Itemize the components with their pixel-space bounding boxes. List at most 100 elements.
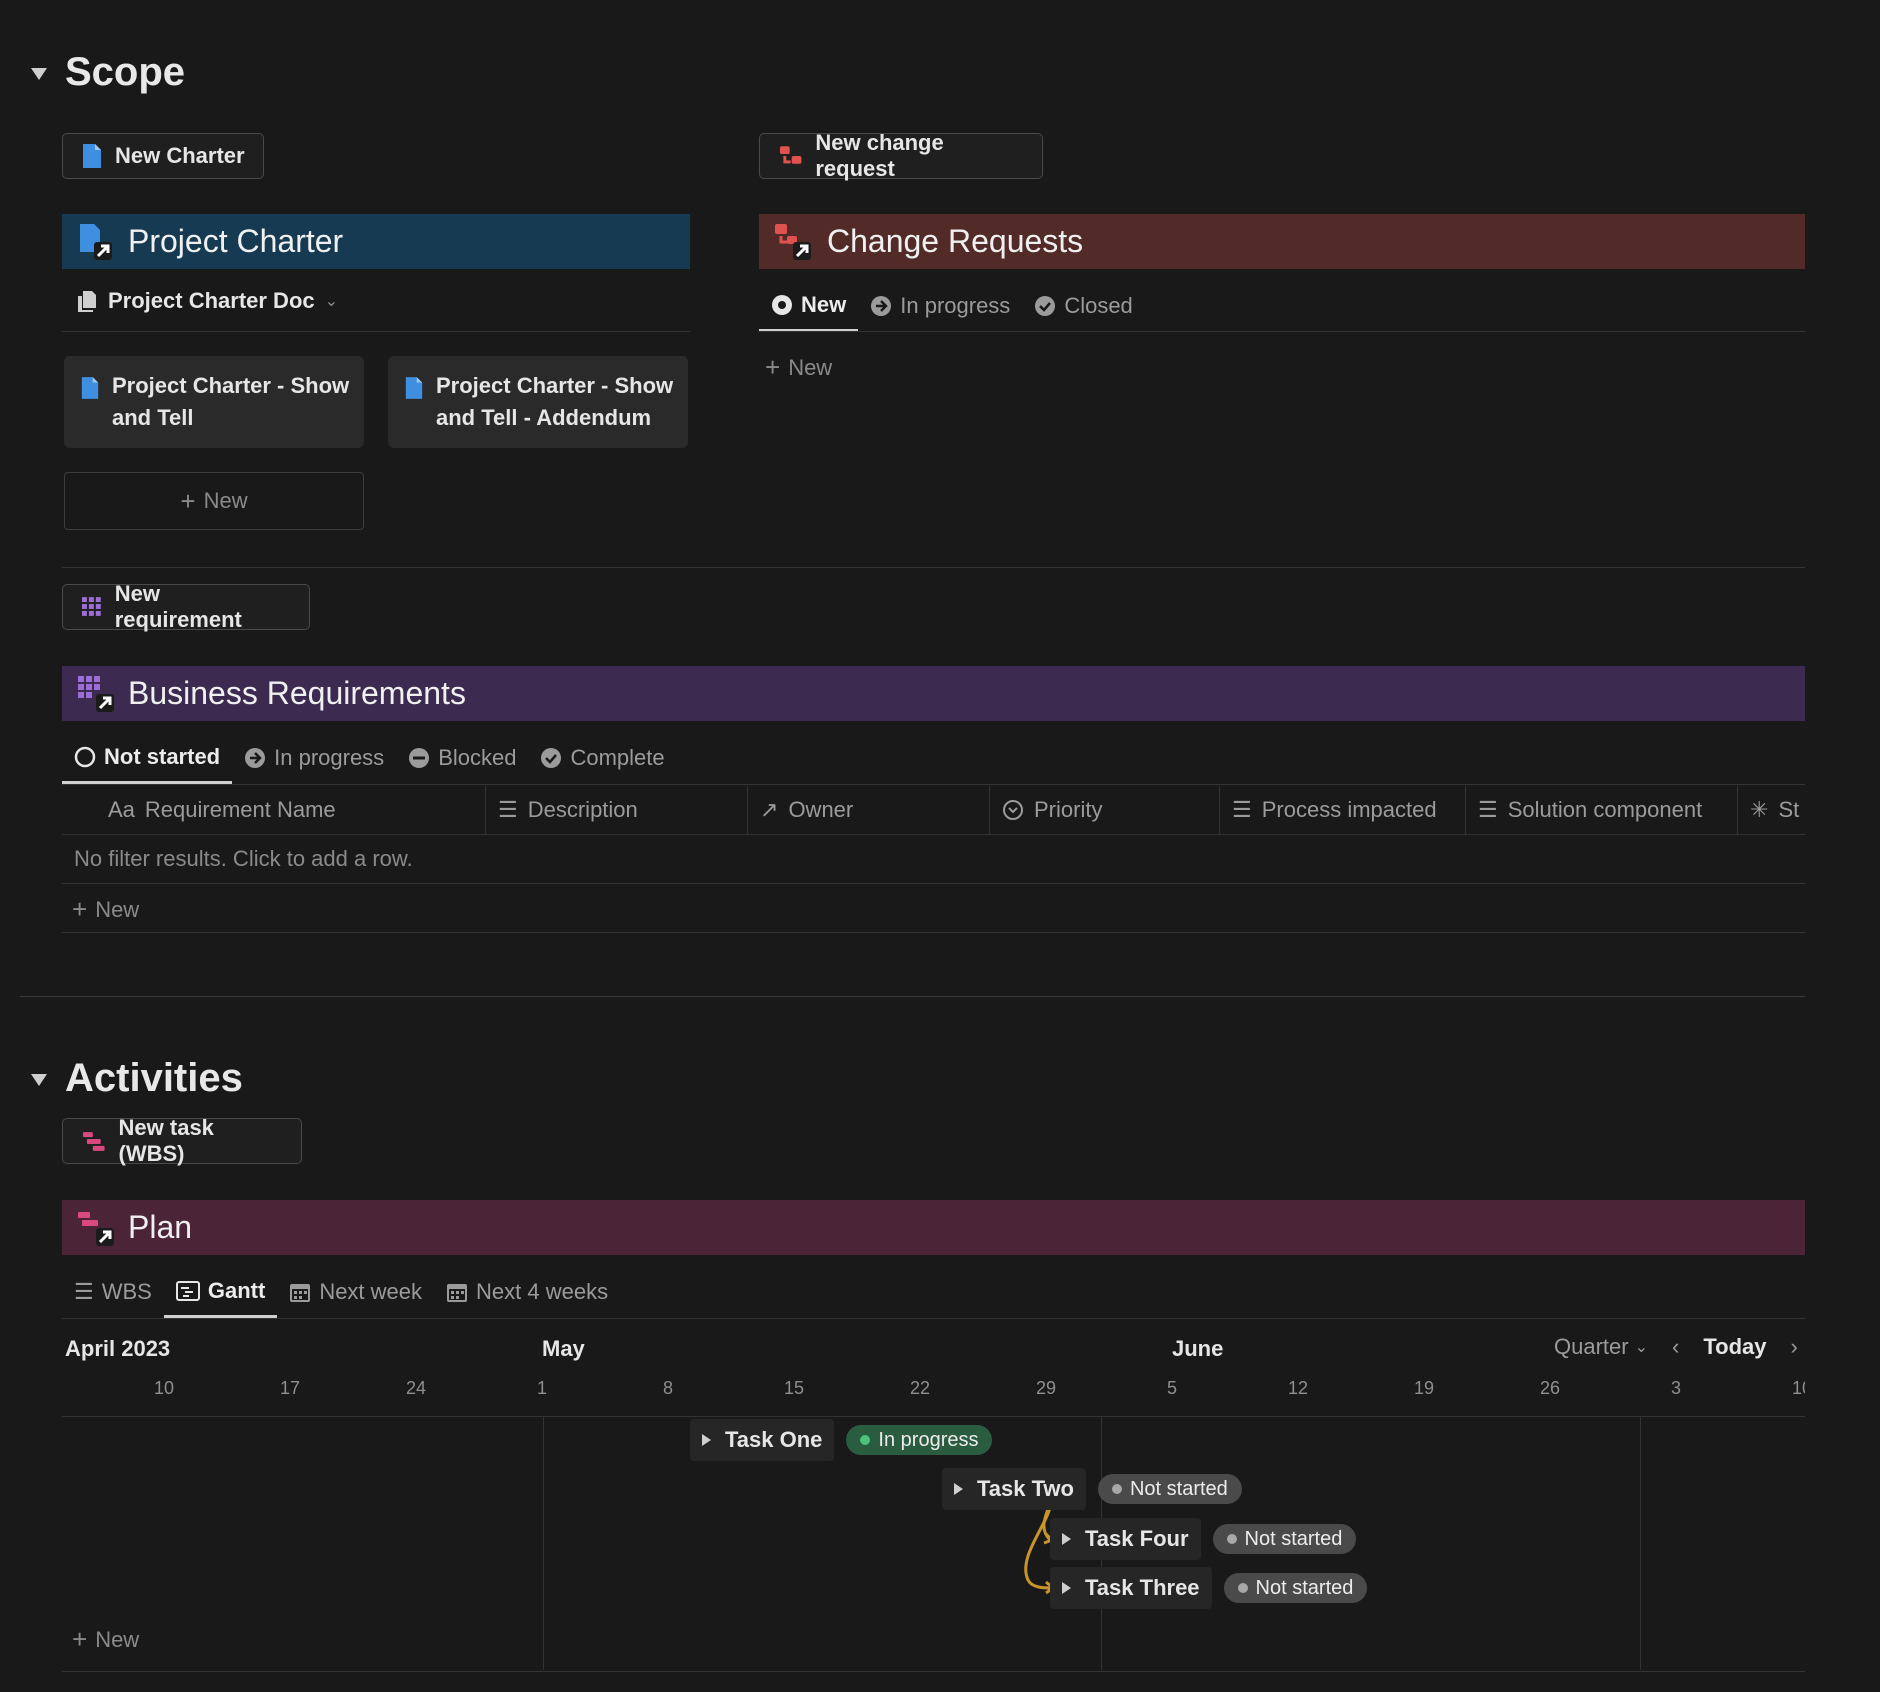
task-four-status: Not started bbox=[1244, 1527, 1343, 1550]
change-requests-new-button[interactable]: + New bbox=[765, 352, 832, 383]
column-requirement-name[interactable]: Aa Requirement Name bbox=[62, 786, 486, 834]
change-requests-banner[interactable]: Change Requests bbox=[759, 214, 1805, 269]
charter-new-button[interactable]: + New bbox=[64, 472, 364, 530]
activities-toggle-icon[interactable] bbox=[31, 1074, 47, 1086]
plan-new-button[interactable]: + New bbox=[72, 1624, 139, 1655]
status-dot-icon bbox=[1237, 1583, 1248, 1593]
month-gridline bbox=[543, 1417, 544, 1670]
requirements-empty-message[interactable]: No filter results. Click to add a row. bbox=[74, 846, 413, 872]
tab-plan-gantt-label: Gantt bbox=[207, 1277, 266, 1303]
charter-card-1[interactable]: Project Charter - Show and Tell bbox=[64, 356, 364, 448]
tab-br-in-progress[interactable]: In progress bbox=[232, 732, 396, 784]
gantt-task-four[interactable]: Task Four Not started bbox=[1050, 1518, 1357, 1560]
gantt-task-one[interactable]: Task One In progress bbox=[690, 1419, 993, 1461]
gantt-task-two[interactable]: Task Two Not started bbox=[942, 1468, 1242, 1510]
timeline-controls: Quarter ⌄ ‹ Today › bbox=[1554, 1334, 1798, 1360]
tab-plan-wbs[interactable]: ☰ WBS bbox=[62, 1266, 164, 1318]
lines-icon: ☰ bbox=[498, 797, 518, 822]
calendar-icon bbox=[290, 1284, 311, 1302]
today-button[interactable]: Today bbox=[1703, 1334, 1766, 1360]
tab-cr-new[interactable]: New bbox=[759, 280, 859, 332]
task-one-label[interactable]: Task One bbox=[690, 1419, 835, 1461]
tab-plan-gantt[interactable]: Gantt bbox=[163, 1266, 278, 1318]
status-not-started-icon bbox=[74, 746, 96, 767]
new-charter-label: New Charter bbox=[115, 143, 245, 168]
project-charter-view-selector[interactable]: Project Charter Doc ⌄ bbox=[76, 288, 338, 314]
business-requirements-banner[interactable]: Business Requirements bbox=[62, 666, 1805, 721]
new-task-button[interactable]: New task (WBS) bbox=[62, 1115, 302, 1166]
requirements-table-header: Aa Requirement Name ☰ Description ↗ Owne… bbox=[62, 786, 1805, 834]
task-one-name: Task One bbox=[725, 1427, 823, 1452]
business-requirements-title: Business Requirements bbox=[128, 675, 466, 711]
project-charter-banner[interactable]: Project Charter bbox=[62, 214, 690, 269]
new-requirement-button[interactable]: New requirement bbox=[62, 581, 310, 632]
status-blocked-icon bbox=[409, 748, 430, 768]
scope-toggle-icon[interactable] bbox=[31, 68, 47, 80]
tab-plan-next-4-weeks[interactable]: Next 4 weeks bbox=[434, 1266, 620, 1318]
tab-br-blocked[interactable]: Blocked bbox=[396, 732, 528, 784]
column-status[interactable]: ✳ St bbox=[1738, 786, 1805, 834]
expand-icon[interactable] bbox=[954, 1483, 963, 1495]
tab-plan-wbs-label: WBS bbox=[101, 1279, 152, 1304]
expand-icon[interactable] bbox=[1062, 1582, 1071, 1594]
scale-selector-label: Quarter bbox=[1554, 1334, 1629, 1359]
chevron-right-icon[interactable]: › bbox=[1790, 1334, 1797, 1360]
grid-icon bbox=[81, 597, 101, 616]
tab-br-not-started[interactable]: Not started bbox=[62, 732, 233, 784]
task-two-status: Not started bbox=[1129, 1477, 1228, 1500]
document-icon bbox=[83, 144, 101, 168]
business-requirements-tabs: Not started In progress Blocked Complete bbox=[62, 732, 677, 784]
new-charter-button[interactable]: New Charter bbox=[62, 133, 264, 179]
expand-icon[interactable] bbox=[702, 1434, 711, 1446]
day-label: 1 bbox=[536, 1378, 548, 1398]
timeline-icon bbox=[175, 1280, 200, 1301]
plan-banner[interactable]: Plan bbox=[62, 1200, 1805, 1255]
scale-selector[interactable]: Quarter ⌄ bbox=[1554, 1334, 1648, 1360]
timeline-day-scale: 10 17 24 1 8 15 22 29 5 12 19 26 3 10 bbox=[62, 1378, 1805, 1408]
document-icon bbox=[81, 377, 99, 399]
change-requests-title: Change Requests bbox=[827, 223, 1084, 259]
day-label: 3 bbox=[1670, 1378, 1682, 1398]
status-dot-icon bbox=[1111, 1484, 1122, 1494]
status-in-progress-icon bbox=[871, 296, 892, 316]
column-solution-component[interactable]: ☰ Solution component bbox=[1466, 786, 1738, 834]
task-two-label[interactable]: Task Two bbox=[942, 1468, 1086, 1510]
text-property-icon: Aa bbox=[108, 797, 135, 822]
tab-br-complete[interactable]: Complete bbox=[528, 732, 676, 784]
task-three-label[interactable]: Task Three bbox=[1050, 1567, 1212, 1609]
select-icon bbox=[1003, 800, 1023, 820]
plan-new-label: New bbox=[95, 1626, 140, 1652]
day-label: 22 bbox=[909, 1378, 931, 1398]
day-label: 12 bbox=[1287, 1378, 1309, 1398]
tab-plan-next-week[interactable]: Next week bbox=[277, 1266, 434, 1318]
column-solution-component-label: Solution component bbox=[1507, 797, 1703, 822]
status-badge: In progress bbox=[846, 1425, 993, 1455]
tab-plan-next-4-weeks-label: Next 4 weeks bbox=[476, 1279, 609, 1304]
tab-cr-closed[interactable]: Closed bbox=[1022, 280, 1144, 332]
day-label: 24 bbox=[405, 1378, 427, 1398]
activities-heading: Activities bbox=[65, 1056, 243, 1100]
column-priority-label: Priority bbox=[1034, 797, 1103, 822]
arrow-up-right-icon: ↗ bbox=[760, 797, 779, 822]
status-dot-icon bbox=[1226, 1534, 1237, 1544]
column-priority[interactable]: Priority bbox=[990, 786, 1220, 834]
column-process-impacted[interactable]: ☰ Process impacted bbox=[1220, 786, 1466, 834]
day-label: 8 bbox=[662, 1378, 674, 1398]
new-requirement-label: New requirement bbox=[114, 581, 242, 632]
month-april: April 2023 bbox=[65, 1336, 171, 1361]
charter-card-2-line1: Project Charter - Show bbox=[436, 373, 674, 398]
day-label: 17 bbox=[279, 1378, 301, 1398]
tab-plan-next-week-label: Next week bbox=[319, 1279, 423, 1304]
gantt-task-three[interactable]: Task Three Not started bbox=[1050, 1567, 1368, 1609]
chevron-left-icon[interactable]: ‹ bbox=[1672, 1334, 1679, 1360]
chevron-down-icon: ⌄ bbox=[1634, 1339, 1648, 1356]
tab-cr-in-progress[interactable]: In progress bbox=[858, 280, 1022, 332]
linked-change-request-icon bbox=[775, 223, 811, 260]
new-change-request-button[interactable]: New change request bbox=[759, 130, 1043, 181]
charter-card-2[interactable]: Project Charter - Show and Tell - Addend… bbox=[388, 356, 688, 448]
column-description[interactable]: ☰ Description bbox=[486, 786, 748, 834]
column-owner[interactable]: ↗ Owner bbox=[748, 786, 990, 834]
expand-icon[interactable] bbox=[1062, 1533, 1071, 1545]
task-four-label[interactable]: Task Four bbox=[1050, 1518, 1201, 1560]
requirements-new-button[interactable]: + New bbox=[72, 894, 139, 925]
